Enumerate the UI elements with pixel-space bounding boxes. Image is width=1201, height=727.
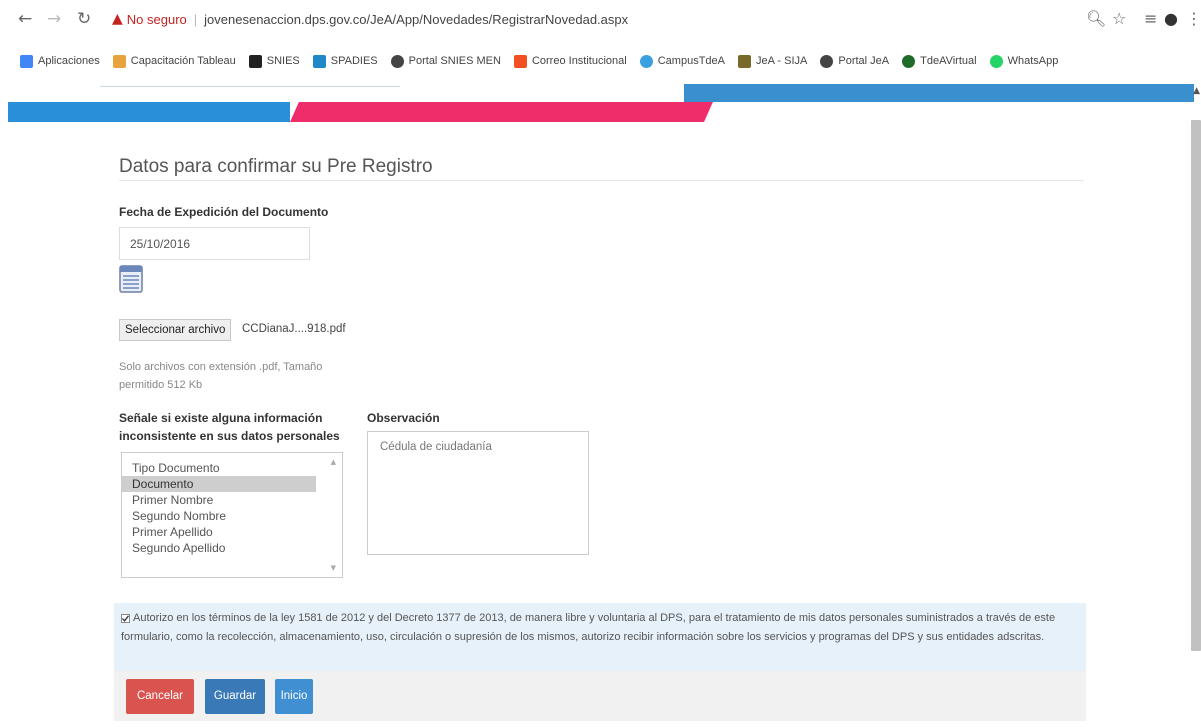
browser-toolbar: ← → ↻ ▲ No seguro | jovenesenaccion.dps.… xyxy=(0,0,1201,44)
button-bar: Cancelar Guardar Inicio xyxy=(114,671,1086,721)
bookmark-portal-jea[interactable]: Portal JeA xyxy=(820,54,890,68)
forward-arrow-icon[interactable]: → xyxy=(47,9,61,29)
bookmark-tdeavirtual[interactable]: TdeAVirtual xyxy=(902,54,977,68)
list-option[interactable]: Primer Nombre xyxy=(122,492,316,508)
scroll-up-icon[interactable]: ▲ xyxy=(1193,86,1200,96)
bookmark-label: JeA - SIJA xyxy=(756,55,808,67)
consent-box: Autorizo en los términos de la ley 1581 … xyxy=(114,603,1086,671)
globe-icon xyxy=(390,54,404,68)
bookmark-jea-sija[interactable]: JeA - SIJA xyxy=(738,54,808,68)
url-separator: | xyxy=(193,11,198,27)
list-option[interactable]: Documento xyxy=(122,476,316,492)
bookmark-label: Correo Institucional xyxy=(531,55,627,67)
bookmark-label: Portal JeA xyxy=(838,55,890,67)
bookmark-label: Capacitación Tableau xyxy=(130,55,236,67)
calendar-icon[interactable] xyxy=(119,265,143,293)
list-option[interactable]: Tipo Documento xyxy=(122,460,316,476)
star-icon[interactable]: ☆ xyxy=(1112,9,1126,28)
profile-icon[interactable]: ● xyxy=(1164,9,1178,28)
list-option[interactable]: Segundo Apellido xyxy=(122,540,316,556)
reading-list-icon[interactable]: ≡ xyxy=(1144,9,1157,28)
bookmark-whatsapp[interactable]: WhatsApp xyxy=(989,54,1059,68)
inconsistent-fields-listbox[interactable]: ▲ ▼ Tipo Documento Documento Primer Nombre… xyxy=(121,452,343,578)
list-option[interactable]: Segundo Nombre xyxy=(122,508,316,524)
home-button[interactable]: Inicio xyxy=(275,679,313,714)
selected-file-name: CCDianaJ....918.pdf xyxy=(242,323,346,335)
bookmark-label: SNIES xyxy=(266,55,300,67)
consent-text: Autorizo en los términos de la ley 1581 … xyxy=(121,612,1056,643)
file-help-text: Solo archivos con extensión .pdf, Tamaño… xyxy=(119,361,323,391)
bookmark-label: WhatsApp xyxy=(1007,55,1059,67)
zoom-icon[interactable]: 🔍︎ xyxy=(1086,9,1106,28)
list-scroll-up-icon[interactable]: ▲ xyxy=(331,458,336,466)
list-option[interactable]: Primer Apellido xyxy=(122,524,316,540)
tableau-icon xyxy=(112,54,126,68)
select-file-button[interactable]: Seleccionar archivo xyxy=(119,319,232,341)
banner-blue-stripe xyxy=(8,102,290,122)
jea-icon xyxy=(738,54,751,68)
page-title: Datos para confirmar su Pre Registro xyxy=(119,156,433,177)
address-bar[interactable]: ▲ No seguro | jovenesenaccion.dps.gov.co… xyxy=(112,6,1172,32)
bookmark-aplicaciones[interactable]: Aplicaciones xyxy=(20,54,100,68)
save-button[interactable]: Guardar xyxy=(205,679,265,714)
page-scrollbar[interactable] xyxy=(1191,120,1201,651)
campus-icon xyxy=(639,54,653,68)
tab-underline xyxy=(100,86,400,87)
bookmark-portal-snies-men[interactable]: Portal SNIES MEN xyxy=(390,54,501,68)
reload-icon[interactable]: ↻ xyxy=(77,9,91,29)
observacion-label: Observación xyxy=(367,411,440,425)
bookmark-label: SPADIES xyxy=(330,55,378,67)
microsoft-icon xyxy=(513,54,527,68)
menu-dots-icon[interactable]: ⋮ xyxy=(1186,9,1201,28)
bookmark-capacitaci-n-tableau[interactable]: Capacitación Tableau xyxy=(112,54,236,68)
cloud-icon xyxy=(248,54,262,68)
bookmark-correo-institucional[interactable]: Correo Institucional xyxy=(513,54,627,68)
whatsapp-icon xyxy=(989,54,1003,68)
bookmark-spadies[interactable]: SPADIES xyxy=(312,54,378,68)
bookmark-snies[interactable]: SNIES xyxy=(248,54,300,68)
banner-blue-stripe-right xyxy=(684,84,1194,102)
not-secure-label: No seguro xyxy=(126,11,187,27)
bookmarks-bar: Aplicaciones Capacitación Tableau SNIES SPA… xyxy=(0,50,1201,72)
list-scroll-down-icon[interactable]: ▼ xyxy=(331,564,336,572)
bookmark-label: TdeAVirtual xyxy=(920,55,977,67)
spadies-icon xyxy=(312,54,326,68)
title-divider xyxy=(119,180,1084,181)
back-arrow-icon[interactable]: ← xyxy=(18,9,32,29)
fecha-label: Fecha de Expedición del Documento xyxy=(119,205,329,219)
url-text[interactable]: jovenesenaccion.dps.gov.co/JeA/App/Noved… xyxy=(204,12,628,27)
inconsistent-label: Señale si existe alguna información inco… xyxy=(119,411,340,443)
bookmark-label: CampusTdeA xyxy=(657,55,725,67)
apps-grid-icon xyxy=(20,54,33,68)
cancel-button[interactable]: Cancelar xyxy=(126,679,194,714)
page-content: Datos para confirmar su Pre Registro Fec… xyxy=(0,76,1201,727)
bookmark-label: Portal SNIES MEN xyxy=(408,55,501,67)
consent-checkbox[interactable] xyxy=(121,613,130,623)
fecha-expedicion-input[interactable] xyxy=(119,227,310,260)
bookmark-label: Aplicaciones xyxy=(38,55,100,67)
tdea-icon xyxy=(902,54,916,68)
observacion-textarea[interactable]: Cédula de ciudadanía xyxy=(367,431,589,555)
bookmark-campustdea[interactable]: CampusTdeA xyxy=(639,54,725,68)
banner-pink-stripe xyxy=(290,102,713,122)
globe-icon xyxy=(820,54,834,68)
warning-icon: ▲ xyxy=(112,11,123,27)
